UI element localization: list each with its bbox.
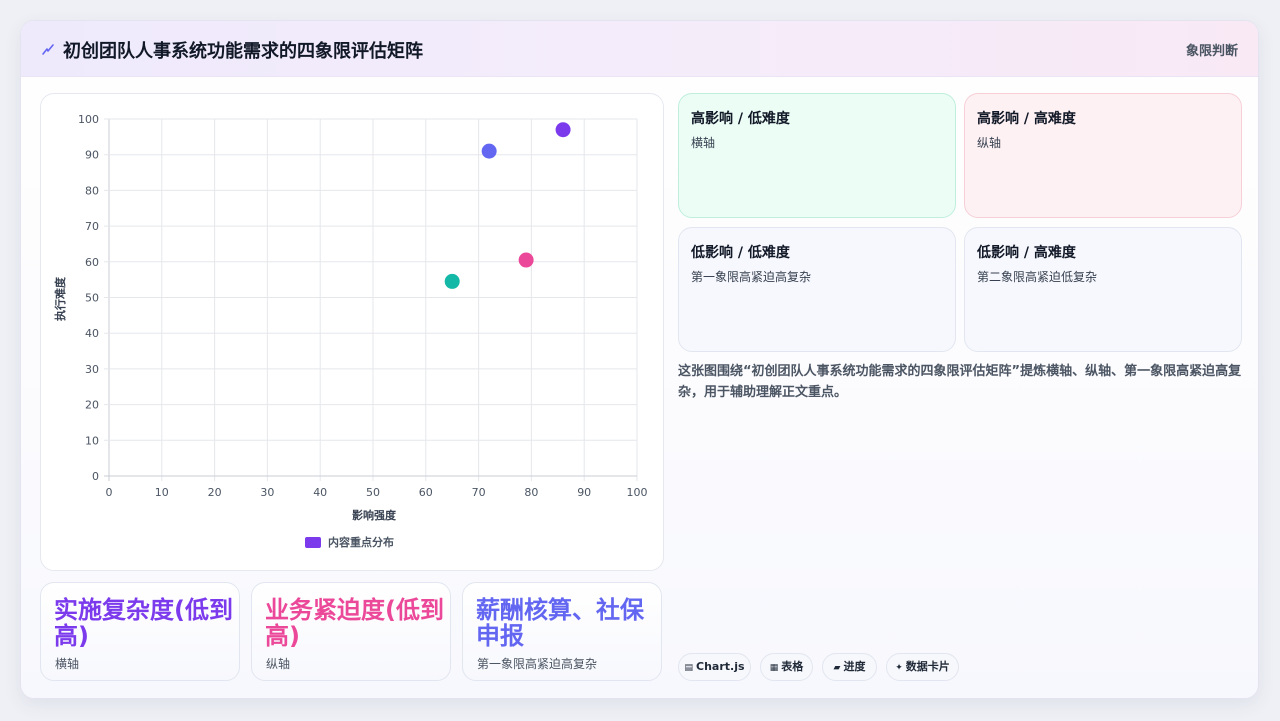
x-tick-label: 20 <box>208 486 222 499</box>
main-card: 初创团队人事系统功能需求的四象限评估矩阵 象限判断 0 10 20 30 40 50 60 7… <box>20 20 1259 699</box>
page-title: 初创团队人事系统功能需求的四象限评估矩阵 <box>63 41 423 62</box>
x-axis-title: 影响强度 <box>352 508 397 522</box>
quadrant-title: 高影响 / 高难度 <box>977 111 1076 127</box>
quadrant-title: 高影响 / 低难度 <box>691 111 790 127</box>
quadrant-low-impact-low-difficulty: 低影响 / 低难度 第一象限高紧迫高复杂 <box>678 227 956 352</box>
stat-value: 实施复杂度(低到高) <box>54 596 233 650</box>
scatter-point[interactable] <box>481 143 497 159</box>
chip-label: 表格 <box>781 660 804 673</box>
y-tick-label: 90 <box>85 149 99 162</box>
x-tick-label: 10 <box>155 486 169 499</box>
stat-card-quadrant-one: 薪酬核算、社保申报 第一象限高紧迫高复杂 <box>462 582 662 681</box>
quadrant-low-impact-high-difficulty: 低影响 / 高难度 第二象限高紧迫低复杂 <box>964 227 1242 352</box>
y-tick-label: 50 <box>85 292 99 305</box>
y-tick-label: 80 <box>85 184 99 197</box>
stat-value: 业务紧迫度(低到高) <box>265 596 444 650</box>
quadrant-body: 第二象限高紧迫低复杂 <box>977 270 1098 284</box>
chip-label: 数据卡片 <box>905 660 950 673</box>
x-tick-label: 40 <box>313 486 327 499</box>
chip-table[interactable]: ▦ 表格 <box>760 653 813 681</box>
scatter-chart-panel: 0 10 20 30 40 50 60 70 80 90 100 0 10 20 30 40 50 60 70 80 9… <box>40 93 664 571</box>
stat-value: 薪酬核算、社保申报 <box>476 596 644 650</box>
y-axis-title: 执行难度 <box>53 276 67 321</box>
quadrant-body: 纵轴 <box>977 136 1002 150</box>
y-tick-label: 30 <box>85 363 99 376</box>
chip-progress[interactable]: ▰ 进度 <box>822 653 877 681</box>
x-tick-label: 60 <box>419 486 433 499</box>
quadrant-title: 低影响 / 高难度 <box>977 245 1076 261</box>
quadrant-title: 低影响 / 低难度 <box>691 245 790 261</box>
y-tick-label: 100 <box>78 113 99 126</box>
stat-label: 横轴 <box>55 657 80 671</box>
y-tick-label: 20 <box>85 399 99 412</box>
x-tick-label: 70 <box>472 486 486 499</box>
x-tick-label: 80 <box>524 486 538 499</box>
scatter-chart: 0 10 20 30 40 50 60 70 80 90 100 0 10 20 30 40 50 60 70 80 9… <box>53 113 648 549</box>
y-tick-label: 10 <box>85 434 99 447</box>
header-bar: 初创团队人事系统功能需求的四象限评估矩阵 象限判断 <box>21 21 1258 77</box>
chart-legend[interactable]: 内容重点分布 <box>305 535 394 549</box>
x-tick-label: 30 <box>260 486 274 499</box>
stat-label: 第一象限高紧迫高复杂 <box>477 657 598 671</box>
chip-label: Chart.js <box>696 660 745 673</box>
quadrant-body: 横轴 <box>691 136 716 150</box>
x-tick-label: 100 <box>627 486 648 499</box>
y-tick-label: 70 <box>85 220 99 233</box>
scatter-point[interactable] <box>555 122 571 138</box>
legend-swatch <box>305 537 321 548</box>
y-tick-label: 40 <box>85 327 99 340</box>
quadrant-high-impact-low-difficulty: 高影响 / 低难度 横轴 <box>678 93 956 218</box>
sparkle-icon: ✦ <box>895 663 903 673</box>
y-tick-label: 0 <box>92 470 99 483</box>
quadrant-body: 第一象限高紧迫高复杂 <box>691 270 812 284</box>
legend-label: 内容重点分布 <box>328 535 394 549</box>
chip-data-card[interactable]: ✦ 数据卡片 <box>886 653 959 681</box>
x-tick-label: 90 <box>577 486 591 499</box>
scatter-point[interactable] <box>444 273 460 289</box>
chart-icon: ▤ <box>684 663 693 673</box>
x-tick-label: 50 <box>366 486 380 499</box>
scatter-point[interactable] <box>518 252 534 268</box>
description-text: 这张图围绕“初创团队人事系统功能需求的四象限评估矩阵”提炼横轴、纵轴、第一象限高… <box>678 364 1242 400</box>
stat-card-y-axis: 业务紧迫度(低到高) 纵轴 <box>251 582 451 681</box>
progress-icon: ▰ <box>833 663 841 673</box>
chip-chartjs[interactable]: ▤ Chart.js <box>678 653 751 681</box>
stat-card-x-axis: 实施复杂度(低到高) 横轴 <box>40 582 240 681</box>
x-tick-label: 0 <box>106 486 113 499</box>
quadrant-high-impact-high-difficulty: 高影响 / 高难度 纵轴 <box>964 93 1242 218</box>
stat-label: 纵轴 <box>266 657 291 671</box>
table-icon: ▦ <box>769 663 779 673</box>
header-tag: 象限判断 <box>1185 44 1238 59</box>
y-tick-label: 60 <box>85 256 99 269</box>
chip-label: 进度 <box>843 660 866 673</box>
lightning-icon <box>42 44 54 55</box>
